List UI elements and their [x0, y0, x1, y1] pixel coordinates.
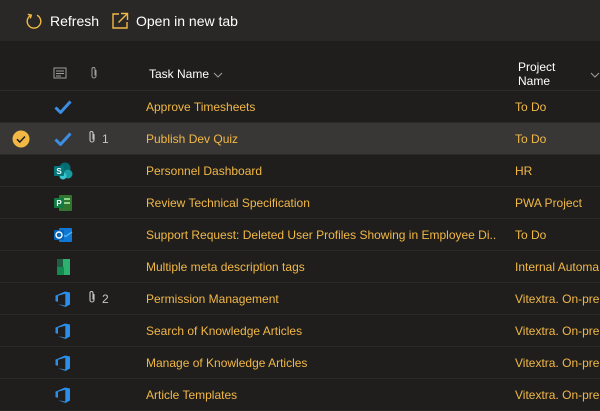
task-name-link[interactable]: Personnel Dashboard [146, 155, 496, 186]
azure-devops-icon [53, 283, 73, 314]
task-name-link[interactable]: Support Request: Deleted User Profiles S… [146, 219, 496, 250]
task-row[interactable]: Manage of Knowledge Articles Vitextra. On… [0, 347, 600, 379]
project-name-link[interactable]: HR [515, 155, 600, 186]
chevron-down-icon [590, 67, 600, 81]
command-bar: Refresh Open in new tab [0, 0, 600, 41]
attachments-indicator: 1 [87, 123, 109, 154]
planner-icon [53, 251, 73, 282]
refresh-button[interactable]: Refresh [25, 0, 99, 41]
attachment-icon [87, 130, 97, 147]
attachment-icon [89, 66, 99, 83]
project-icon: P [53, 187, 73, 218]
task-name-link[interactable]: Search of Knowledge Articles [146, 315, 496, 346]
open-in-new-tab-icon [111, 12, 129, 30]
project-name-link[interactable]: Vitextra. On-pre [515, 283, 600, 314]
project-name-link[interactable]: Vitextra. On-pre [515, 379, 600, 410]
task-row[interactable]: Article Templates Vitextra. On-pre [0, 379, 600, 411]
file-type-column-header[interactable] [53, 58, 67, 90]
todo-check-icon [53, 123, 73, 154]
azure-devops-icon [53, 315, 73, 346]
project-name-link[interactable]: To Do [515, 123, 600, 154]
task-row[interactable]: 1 Publish Dev Quiz To Do [0, 123, 600, 155]
svg-text:S: S [56, 167, 62, 176]
file-type-icon [53, 67, 67, 82]
project-name-link[interactable]: PWA Project [515, 187, 600, 218]
project-name-link[interactable]: Vitextra. On-pre [515, 315, 600, 346]
task-row[interactable]: Support Request: Deleted User Profiles S… [0, 219, 600, 251]
refresh-icon [25, 12, 43, 30]
open-in-new-tab-button[interactable]: Open in new tab [111, 0, 238, 41]
task-name-link[interactable]: Approve Timesheets [146, 91, 496, 122]
sharepoint-icon: S [53, 155, 73, 186]
task-name-link[interactable]: Multiple meta description tags [146, 251, 496, 282]
task-row[interactable]: Search of Knowledge Articles Vitextra. On… [0, 315, 600, 347]
project-name-link[interactable]: To Do [515, 219, 600, 250]
list-header: Task Name Project Name [0, 58, 600, 91]
project-name-link[interactable]: To Do [515, 91, 600, 122]
task-name-link[interactable]: Review Technical Specification [146, 187, 496, 218]
azure-devops-icon [53, 347, 73, 378]
task-row[interactable]: P Review Technical Specification PWA Proj… [0, 187, 600, 219]
outlook-icon [53, 219, 73, 250]
attachment-count: 1 [102, 131, 109, 146]
row-selected-checkmark-icon[interactable] [12, 123, 30, 154]
project-name-link[interactable]: Internal Automa [515, 251, 600, 282]
svg-text:P: P [56, 199, 62, 208]
project-name-column-header[interactable]: Project Name [518, 58, 600, 90]
attachments-indicator: 2 [87, 283, 109, 314]
task-name-header-label: Task Name [149, 67, 210, 81]
task-name-link[interactable]: Manage of Knowledge Articles [146, 347, 496, 378]
task-row[interactable]: S Personnel Dashboard HR [0, 155, 600, 187]
task-name-column-header[interactable]: Task Name [149, 58, 223, 90]
refresh-label: Refresh [50, 12, 100, 29]
task-row[interactable]: Multiple meta description tags Internal A… [0, 251, 600, 283]
task-name-link[interactable]: Article Templates [146, 379, 496, 410]
azure-devops-icon [53, 379, 73, 410]
task-row[interactable]: Approve Timesheets To Do [0, 91, 600, 123]
project-name-link[interactable]: Vitextra. On-pre [515, 347, 600, 378]
task-name-link[interactable]: Permission Management [146, 283, 496, 314]
project-name-header-label: Project Name [518, 60, 556, 88]
attachment-count: 2 [102, 291, 109, 306]
attachment-icon [87, 290, 97, 307]
todo-check-icon [53, 91, 73, 122]
attachments-column-header[interactable] [89, 58, 99, 90]
task-name-link[interactable]: Publish Dev Quiz [146, 123, 496, 154]
chevron-down-icon [213, 67, 223, 81]
open-in-new-tab-label: Open in new tab [136, 12, 238, 29]
task-row[interactable]: 2 Permission Management Vitextra. On-pre [0, 283, 600, 315]
